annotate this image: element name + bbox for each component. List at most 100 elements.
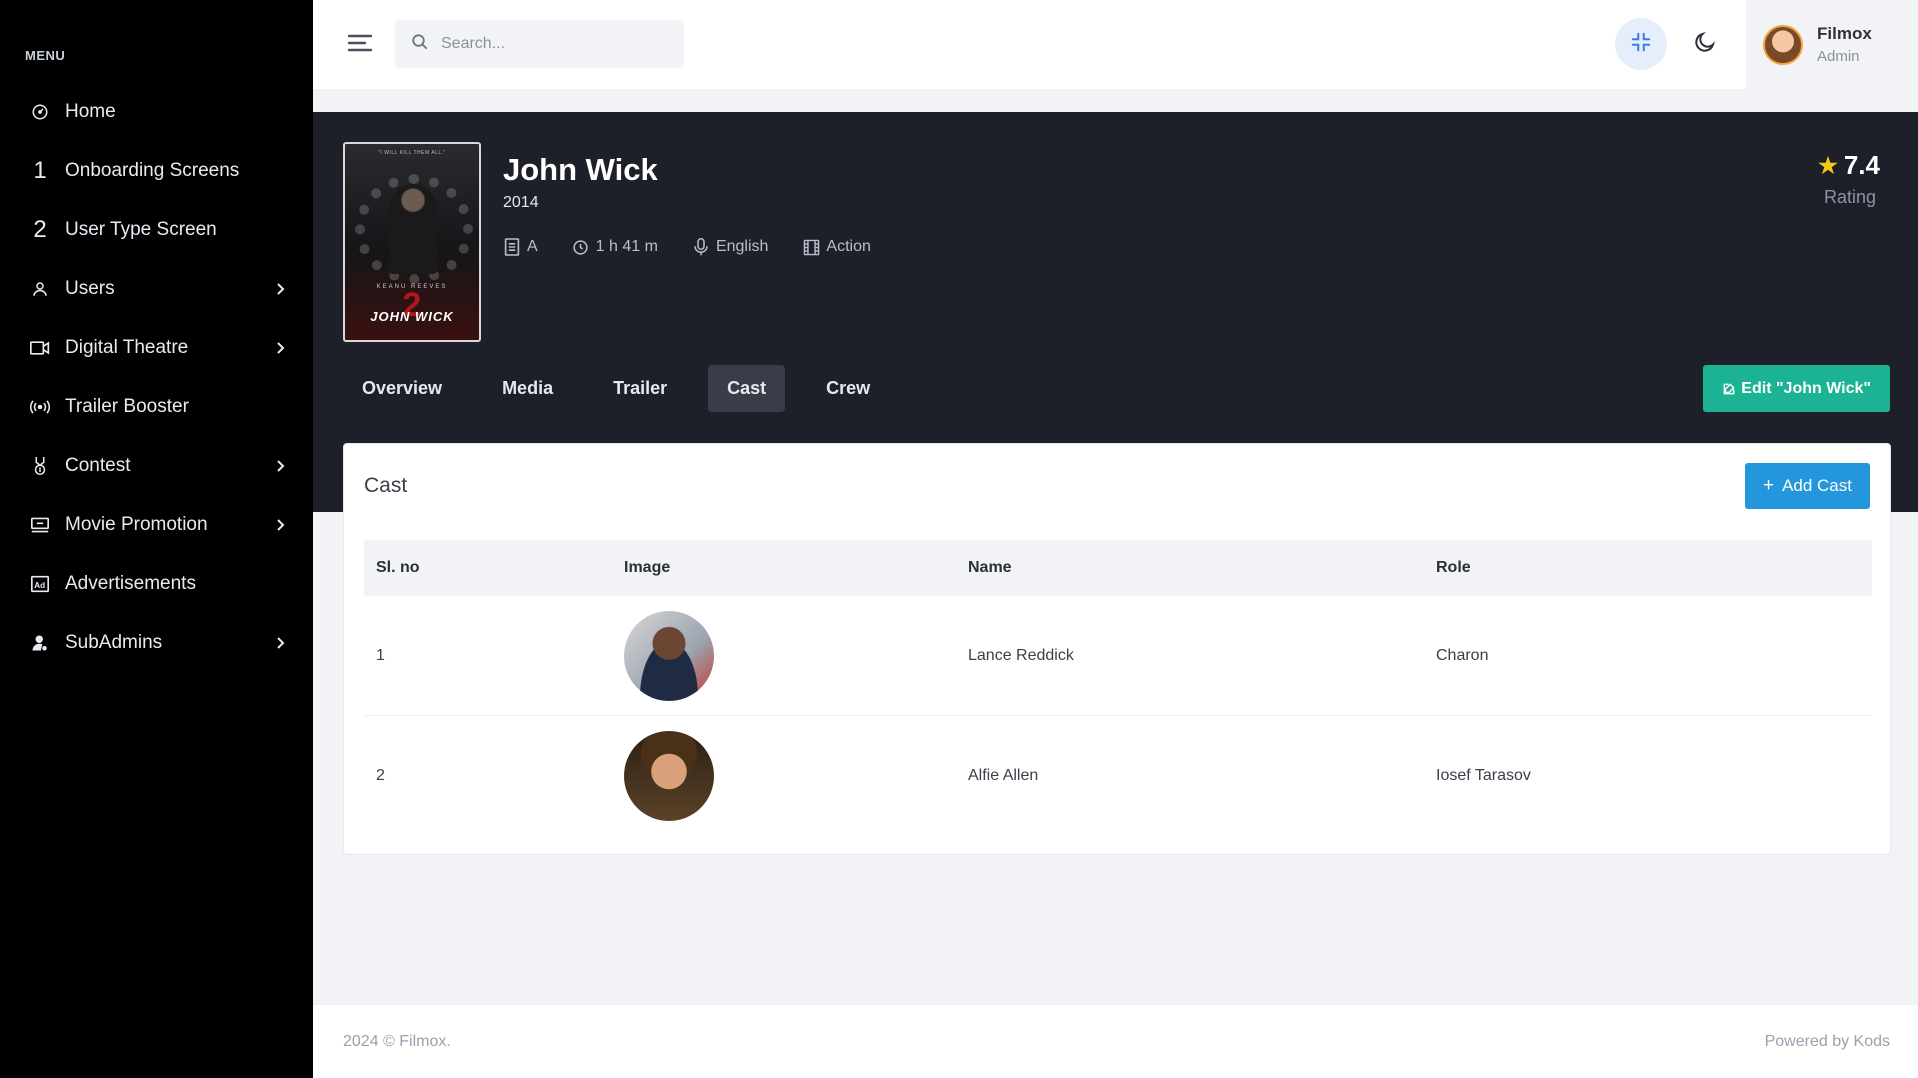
duration: 1 h 41 m <box>572 238 658 256</box>
profile-menu[interactable]: Filmox Admin <box>1746 0 1918 89</box>
sidebar-item-advertisements[interactable]: Ad Advertisements <box>0 554 313 613</box>
sidebar-item-label: User Type Screen <box>65 218 217 240</box>
cell-sl-no: 2 <box>376 767 385 784</box>
cell-name: Alfie Allen <box>968 767 1039 784</box>
billboard-icon <box>30 514 50 536</box>
video-icon <box>30 337 50 359</box>
copyright-text: 2024 © Filmox. <box>343 1033 451 1050</box>
sidebar-item-subadmins[interactable]: SubAdmins <box>0 613 313 672</box>
sidebar-item-label: Movie Promotion <box>65 513 208 535</box>
add-cast-button[interactable]: + Add Cast <box>1744 463 1870 509</box>
chevron-right-icon <box>273 282 287 296</box>
rating-value-row: ★ 7.4 <box>1818 150 1880 181</box>
footer: 2024 © Filmox. Powered by Kods <box>313 1005 1918 1078</box>
sidebar-item-label: Trailer Booster <box>65 395 189 417</box>
document-icon <box>503 238 521 256</box>
poster-title: JOHN WICK <box>370 309 454 324</box>
avatar <box>1763 24 1803 65</box>
sidebar-item-digital-theatre[interactable]: Digital Theatre <box>0 318 313 377</box>
search-icon <box>411 33 429 56</box>
sidebar-item-trailer-booster[interactable]: Trailer Booster <box>0 377 313 436</box>
search-input[interactable] <box>441 35 661 53</box>
tab-overview[interactable]: Overview <box>343 365 461 412</box>
edit-movie-button[interactable]: Edit "John Wick" <box>1703 365 1890 412</box>
certificate: A <box>503 238 538 256</box>
profile-text: Filmox Admin <box>1817 24 1872 65</box>
column-header-role: Role <box>1436 559 1471 576</box>
sidebar-item-movie-promotion[interactable]: Movie Promotion <box>0 495 313 554</box>
cast-card-title: Cast <box>364 474 408 497</box>
tab-cast[interactable]: Cast <box>708 365 786 412</box>
movie-title: John Wick <box>503 152 658 187</box>
rating-value: 7.4 <box>1843 150 1880 180</box>
movie-meta: A 1 h 41 m English Action <box>503 238 905 256</box>
column-header-name: Name <box>968 559 1012 576</box>
chevron-right-icon <box>273 518 287 532</box>
sidebar-item-label: Contest <box>65 454 131 476</box>
number-two-icon: 2 <box>33 215 47 243</box>
broadcast-icon <box>30 396 50 418</box>
cast-photo <box>624 731 714 821</box>
profile-role: Admin <box>1817 48 1860 65</box>
admin-icon <box>30 632 50 654</box>
cast-photo <box>624 610 714 701</box>
number-one-icon: 1 <box>33 156 47 184</box>
sidebar-item-label: Onboarding Screens <box>65 159 240 181</box>
add-cast-label: Add Cast <box>1782 476 1852 495</box>
table-row: 2 Alfie Allen Iosef Tarasov <box>364 716 1872 836</box>
sidebar-nav: Home 1 Onboarding Screens 2 User Type Sc… <box>0 82 313 672</box>
cell-sl-no: 1 <box>376 646 385 664</box>
sidebar-item-users[interactable]: Users <box>0 259 313 318</box>
tab-crew[interactable]: Crew <box>807 365 889 412</box>
cell-role: Charon <box>1436 646 1489 664</box>
cell-image <box>624 731 968 821</box>
chevron-right-icon <box>273 341 287 355</box>
star-icon: ★ <box>1818 152 1838 178</box>
plus-icon: + <box>1762 475 1775 496</box>
movie-year: 2014 <box>503 194 539 211</box>
tab-trailer[interactable]: Trailer <box>594 365 686 412</box>
svg-text:Ad: Ad <box>34 581 45 590</box>
sidebar-item-label: SubAdmins <box>65 631 163 653</box>
table-row: 1 Lance Reddick Charon <box>364 596 1872 716</box>
sidebar-item-onboarding-screens[interactable]: 1 Onboarding Screens <box>0 141 313 200</box>
sidebar-item-contest[interactable]: Contest <box>0 436 313 495</box>
chevron-right-icon <box>273 636 287 650</box>
cell-image <box>624 610 968 701</box>
language: English <box>692 238 768 256</box>
table-header: Sl. no Image Name Role <box>364 540 1872 596</box>
poster-tagline: "I WILL KILL THEM ALL." <box>378 150 446 156</box>
cell-name: Lance Reddick <box>968 646 1074 664</box>
column-header-image: Image <box>624 559 671 576</box>
edit-icon <box>1722 382 1736 396</box>
powered-by-text: Powered by Kods <box>1764 1033 1890 1050</box>
genre: Action <box>802 238 871 256</box>
rating-label: Rating <box>1823 187 1876 207</box>
sidebar: MENU Home 1 Onboarding Screens 2 User Ty… <box>0 0 313 1078</box>
chevron-right-icon <box>273 459 287 473</box>
certificate-value: A <box>527 238 538 255</box>
language-value: English <box>715 238 769 255</box>
exit-fullscreen-icon <box>1630 31 1652 58</box>
movie-poster: "I WILL KILL THEM ALL." KEANU REEVES 2 J… <box>343 142 481 342</box>
edit-movie-label: Edit "John Wick" <box>1741 379 1871 397</box>
rating: ★ 7.4 Rating <box>1818 150 1880 208</box>
dark-mode-toggle[interactable] <box>1687 26 1723 62</box>
sidebar-item-label: Advertisements <box>65 572 196 594</box>
menu-toggle-icon[interactable] <box>347 32 373 56</box>
exit-fullscreen-button[interactable] <box>1615 18 1667 70</box>
sidebar-item-user-type-screen[interactable]: 2 User Type Screen <box>0 200 313 259</box>
poster-figure-art <box>389 184 437 274</box>
moon-icon <box>1693 30 1717 59</box>
tab-media[interactable]: Media <box>483 365 572 412</box>
ad-icon: Ad <box>30 573 50 595</box>
cast-table: Sl. no Image Name Role 1 Lance Reddick C… <box>364 540 1872 836</box>
cast-card: Cast + Add Cast Sl. no Image Name Role 1… <box>343 443 1891 855</box>
film-icon <box>802 238 820 256</box>
cell-role: Iosef Tarasov <box>1436 767 1531 784</box>
sidebar-item-label: Digital Theatre <box>65 336 189 358</box>
sidebar-item-home[interactable]: Home <box>0 82 313 141</box>
microphone-icon <box>692 238 710 256</box>
duration-value: 1 h 41 m <box>595 238 658 255</box>
genre-value: Action <box>826 238 871 255</box>
